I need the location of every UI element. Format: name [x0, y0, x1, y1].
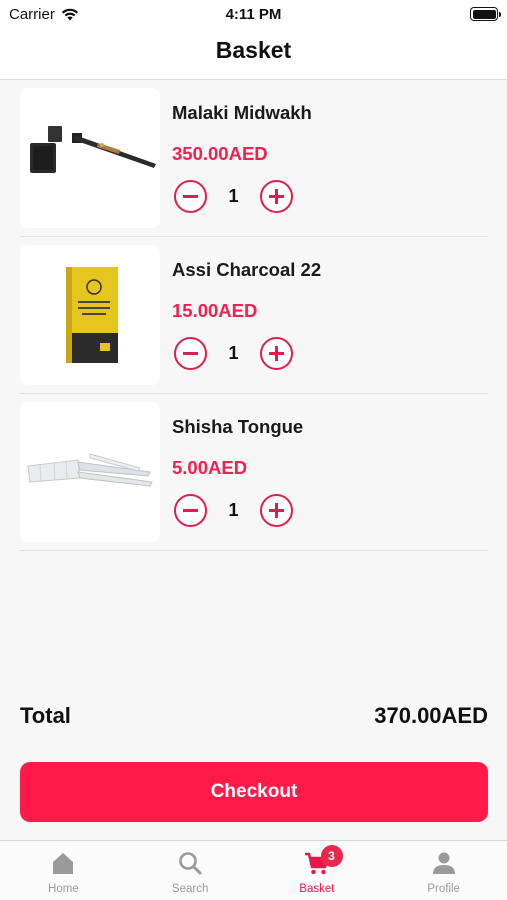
quantity-stepper: 1 — [174, 494, 294, 527]
cart-count-badge: 3 — [320, 845, 343, 867]
charcoal-box-image — [20, 245, 160, 385]
page-title: Basket — [215, 37, 292, 63]
quantity-value: 1 — [228, 186, 239, 206]
increase-quantity-button[interactable] — [260, 180, 293, 213]
tab-bar: Home Search 3 Basket Profile — [0, 840, 507, 900]
tab-label: Home — [48, 883, 79, 895]
item-name: Shisha Tongue — [172, 416, 304, 437]
midwakh-pipe-image — [20, 88, 160, 228]
quantity-value: 1 — [228, 343, 239, 363]
tab-label: Basket — [299, 883, 335, 895]
status-time: 4:11 PM — [225, 6, 282, 23]
basket-item-list: Malaki Midwakh 350.00AED 1 Assi Charcoal… — [20, 80, 488, 551]
item-price: 15.00AED — [172, 300, 258, 321]
basket-item: Malaki Midwakh 350.00AED 1 — [20, 80, 488, 237]
tab-profile[interactable]: Profile — [380, 841, 507, 900]
person-icon — [432, 852, 455, 874]
basket-item: Assi Charcoal 22 15.00AED 1 — [20, 237, 488, 394]
increase-quantity-button[interactable] — [260, 494, 293, 527]
item-name: Assi Charcoal 22 — [172, 259, 322, 280]
quantity-stepper: 1 — [174, 337, 294, 370]
increase-quantity-button[interactable] — [260, 337, 293, 370]
order-total: Total 370.00AED — [20, 703, 488, 733]
checkout-button[interactable]: Checkout — [20, 762, 488, 822]
item-price: 350.00AED — [172, 143, 268, 164]
item-name: Malaki Midwakh — [172, 102, 312, 123]
basket-item: Shisha Tongue 5.00AED 1 — [20, 394, 488, 551]
battery-icon — [470, 7, 501, 21]
total-label: Total — [20, 703, 71, 728]
quantity-stepper: 1 — [174, 180, 294, 213]
decrease-quantity-button[interactable] — [174, 337, 207, 370]
tab-home[interactable]: Home — [0, 841, 127, 900]
navigation-bar: Basket — [0, 28, 507, 80]
decrease-quantity-button[interactable] — [174, 494, 207, 527]
quantity-value: 1 — [228, 500, 239, 520]
tab-search[interactable]: Search — [127, 841, 254, 900]
item-price: 5.00AED — [172, 457, 248, 478]
tab-label: Search — [171, 883, 209, 895]
total-value: 370.00AED — [374, 703, 488, 728]
shisha-tongue-image — [20, 402, 160, 542]
decrease-quantity-button[interactable] — [174, 180, 207, 213]
status-bar: Carrier 4:11 PM — [0, 0, 507, 28]
tab-basket[interactable]: 3 Basket — [254, 841, 381, 900]
tab-label: Profile — [427, 883, 460, 895]
search-icon — [179, 852, 202, 875]
home-icon — [53, 853, 74, 874]
